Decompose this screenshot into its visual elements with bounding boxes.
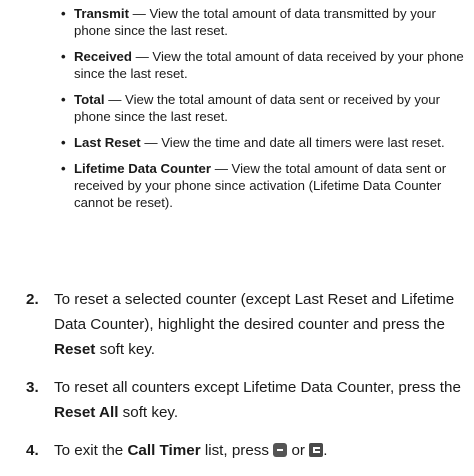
reset-softkey-label: Reset xyxy=(54,341,96,358)
call-timer-label: Call Timer xyxy=(127,442,201,459)
bullet-last-reset: Last Reset — View the time and date all … xyxy=(61,134,468,151)
bullet-total: Total — View the total amount of data se… xyxy=(61,91,468,125)
step-text: To reset a selected counter (except Last… xyxy=(54,291,455,333)
or-text: or xyxy=(291,442,305,459)
step-text-end: soft key. xyxy=(95,341,156,358)
term-last-reset: Last Reset xyxy=(74,135,141,150)
step-text: To reset all counters except Lifetime Da… xyxy=(54,379,461,396)
bullet-transmit: Transmit — View the total amount of data… xyxy=(61,5,468,39)
step-4: 4. To exit the Call Timer list, press or… xyxy=(26,438,470,463)
step-text: To exit the xyxy=(54,442,128,459)
step-period: . xyxy=(323,442,328,459)
bullet-lifetime-counter: Lifetime Data Counter — View the total a… xyxy=(61,160,468,211)
bullet-received: Received — View the total amount of data… xyxy=(61,48,468,82)
term-transmit: Transmit xyxy=(74,6,129,21)
term-lifetime-counter: Lifetime Data Counter xyxy=(74,161,212,176)
term-total: Total xyxy=(74,92,105,107)
end-key-icon xyxy=(309,443,324,457)
reset-all-softkey-label: Reset All xyxy=(54,404,119,421)
ok-key-icon xyxy=(273,443,288,457)
desc-received: — View the total amount of data received… xyxy=(74,49,464,81)
step-text-end: soft key. xyxy=(118,404,179,421)
counter-option-list: Transmit — View the total amount of data… xyxy=(61,5,468,220)
desc-total: — View the total amount of data sent or … xyxy=(74,92,441,124)
step-number: 3. xyxy=(26,379,39,396)
step-number: 2. xyxy=(26,291,39,308)
step-text-mid: list, press xyxy=(200,442,269,459)
step-number: 4. xyxy=(26,442,39,459)
desc-transmit: — View the total amount of data transmit… xyxy=(74,6,436,38)
term-received: Received xyxy=(74,49,132,64)
desc-last-reset: — View the time and date all timers were… xyxy=(140,135,445,150)
step-3: 3. To reset all counters except Lifetime… xyxy=(26,375,470,425)
step-2: 2. To reset a selected counter (except L… xyxy=(26,287,470,362)
